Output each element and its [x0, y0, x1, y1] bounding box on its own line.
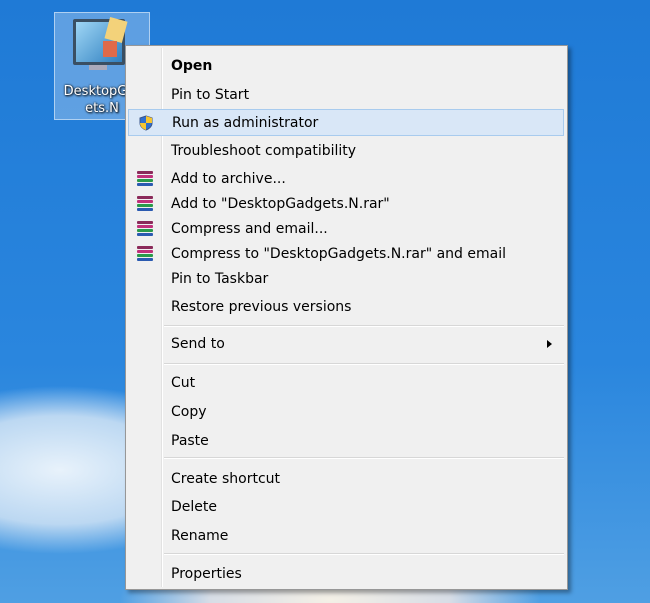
menu-item-label: Cut [171, 375, 196, 391]
menu-item-label: Pin to Taskbar [171, 271, 269, 287]
menu-item-compress-to-desktopgadgets-n-rar-and-email[interactable]: Compress to "DesktopGadgets.N.rar" and e… [128, 241, 564, 268]
menu-item-label: Compress and email... [171, 221, 328, 237]
menu-item-copy[interactable]: Copy [128, 399, 564, 426]
menu-item-pin-to-start[interactable]: Pin to Start [128, 82, 564, 109]
menu-item-open[interactable]: Open [128, 53, 564, 80]
menu-item-label: Run as administrator [172, 115, 319, 131]
menu-item-label: Rename [171, 528, 229, 544]
uac-shield-icon [138, 115, 154, 131]
menu-item-rename[interactable]: Rename [128, 523, 564, 550]
menu-separator [164, 553, 564, 555]
menu-item-label: Open [171, 58, 213, 74]
menu-item-restore-previous-versions[interactable]: Restore previous versions [128, 294, 564, 321]
menu-item-label: Send to [171, 336, 225, 352]
menu-item-pin-to-taskbar[interactable]: Pin to Taskbar [128, 266, 564, 293]
menu-separator [164, 363, 564, 365]
menu-item-label: Copy [171, 404, 207, 420]
monitor-stand [89, 65, 107, 70]
menu-item-cut[interactable]: Cut [128, 370, 564, 397]
winrar-icon [137, 171, 153, 187]
menu-item-paste[interactable]: Paste [128, 428, 564, 455]
menu-item-label: Properties [171, 566, 242, 582]
menu-item-delete[interactable]: Delete [128, 494, 564, 521]
menu-item-properties[interactable]: Properties [128, 561, 564, 588]
menu-item-label: Troubleshoot compatibility [171, 143, 357, 159]
menu-item-label: Paste [171, 433, 209, 449]
menu-item-compress-and-email[interactable]: Compress and email... [128, 216, 564, 243]
menu-item-run-as-administrator[interactable]: Run as administrator [128, 109, 564, 136]
winrar-icon [137, 196, 153, 212]
menu-item-label: Add to archive... [171, 171, 286, 187]
menu-item-troubleshoot-compatibility[interactable]: Troubleshoot compatibility [128, 138, 564, 165]
menu-item-send-to[interactable]: Send to [128, 331, 564, 358]
context-menu: Open Pin to Start Run as administrator Trou… [125, 45, 568, 590]
menu-item-label: Delete [171, 499, 217, 515]
winrar-icon [137, 221, 153, 237]
menu-item-add-to-archive[interactable]: Add to archive... [128, 166, 564, 193]
menu-item-label: Compress to "DesktopGadgets.N.rar" and e… [171, 246, 506, 262]
submenu-arrow-icon [547, 340, 552, 348]
winrar-icon [137, 246, 153, 262]
menu-item-label: Create shortcut [171, 471, 281, 487]
menu-item-label: Add to "DesktopGadgets.N.rar" [171, 196, 390, 212]
menu-item-label: Pin to Start [171, 87, 250, 103]
menu-item-label: Restore previous versions [171, 299, 352, 315]
menu-separator [164, 457, 564, 459]
gadget-icon [103, 41, 117, 57]
menu-item-add-to-desktopgadgets-n-rar[interactable]: Add to "DesktopGadgets.N.rar" [128, 191, 564, 218]
menu-separator [164, 325, 564, 327]
menu-item-create-shortcut[interactable]: Create shortcut [128, 466, 564, 493]
